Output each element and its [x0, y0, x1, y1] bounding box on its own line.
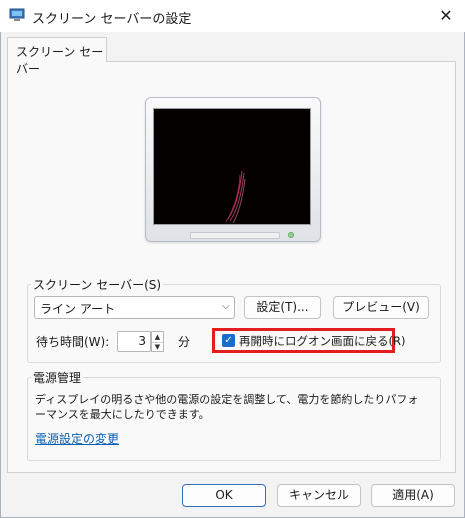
- line-art-preview: [225, 170, 246, 224]
- apply-button[interactable]: 適用(A): [371, 484, 455, 507]
- wait-unit: 分: [178, 335, 191, 349]
- resume-checkbox[interactable]: ✓: [222, 334, 235, 347]
- power-group-label: 電源管理: [31, 369, 84, 386]
- screensaver-group-label: スクリーン セーバー(S): [31, 276, 164, 293]
- resume-checkbox-label[interactable]: 再開時にログオン画面に戻る(R): [239, 333, 405, 349]
- chevron-down-icon[interactable]: ⌵: [222, 301, 230, 312]
- wait-label: 待ち時間(W):: [36, 335, 110, 349]
- power-description-line1: ディスプレイの明るさや他の電源の設定を調整して、電力を節約したりパフォ: [35, 393, 419, 406]
- tab-screensaver[interactable]: スクリーン セーバー: [7, 37, 107, 76]
- settings-button[interactable]: 設定(T)...: [244, 296, 321, 319]
- power-settings-link[interactable]: 電源設定の変更: [35, 430, 119, 447]
- spin-down-icon[interactable]: ▼: [152, 342, 163, 352]
- power-led: [288, 232, 294, 238]
- close-icon[interactable]: ✕: [432, 4, 460, 28]
- monitor-slot: [190, 232, 280, 239]
- wait-minutes-input[interactable]: 3: [117, 331, 151, 352]
- preview-button[interactable]: プレビュー(V): [333, 296, 429, 319]
- window-title: スクリーン セーバーの設定: [32, 12, 192, 27]
- ok-button[interactable]: OK: [182, 484, 266, 507]
- screensaver-select-value: ライン アート: [40, 302, 116, 316]
- power-description-line2: ーマンスを最大にしたりできます。: [35, 408, 210, 421]
- screensaver-select[interactable]: ライン アート: [34, 296, 235, 319]
- preview-screen: [153, 108, 311, 225]
- screensaver-app-icon: [9, 8, 25, 22]
- cancel-button[interactable]: キャンセル: [277, 484, 361, 507]
- wait-minutes-spinner[interactable]: ▲ ▼: [151, 331, 164, 352]
